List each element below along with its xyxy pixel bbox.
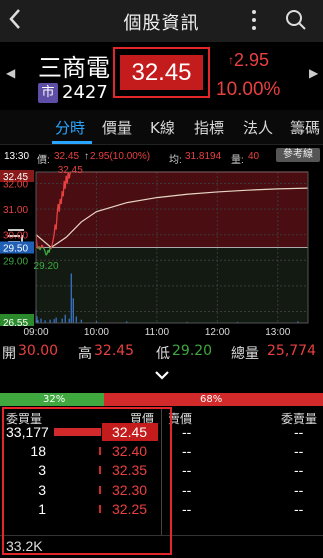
more-menu-icon[interactable] bbox=[250, 8, 258, 32]
x-tick-label: 10:00 bbox=[84, 327, 109, 338]
sell-ratio-text: 68% bbox=[200, 394, 223, 405]
high-value: 32.45 bbox=[94, 343, 135, 359]
buy-ratio-text: 32% bbox=[43, 394, 66, 405]
expand-chevron-icon[interactable] bbox=[154, 366, 170, 380]
info-avg: 31.8194 bbox=[185, 151, 222, 162]
ask-volume: -- bbox=[294, 462, 304, 479]
bid-highlight-box bbox=[2, 407, 172, 555]
total-volume-value: 25,774 bbox=[267, 343, 316, 359]
y-tick-label: 29.50 bbox=[3, 244, 28, 255]
tab-kline[interactable]: K線 bbox=[150, 117, 175, 138]
chart-tabs: 分時 價量 K線 指標 法人 籌碼 bbox=[0, 110, 323, 244]
low-annotation: 29.20 bbox=[34, 261, 59, 272]
high-annotation: 32.45 bbox=[58, 165, 83, 176]
next-stock-arrow-icon[interactable]: ▶ bbox=[309, 66, 318, 80]
price-line-segment bbox=[42, 247, 45, 250]
reference-line-button[interactable]: 參考線 bbox=[276, 148, 320, 162]
tab-chips[interactable]: 籌碼 bbox=[290, 117, 320, 138]
tab-time-share[interactable]: 分時 bbox=[55, 117, 85, 138]
x-tick-label: 13:00 bbox=[265, 327, 290, 338]
ask-price[interactable]: -- bbox=[182, 482, 191, 498]
ask-volume: -- bbox=[294, 443, 304, 460]
info-change: 2.95(10.00%) bbox=[90, 151, 151, 162]
chart-info-row: 13:30 價: 32.45 ↑ 2.95(10.00%) 均: 31.8194… bbox=[0, 150, 323, 166]
tab-price-volume[interactable]: 價量 bbox=[102, 117, 132, 138]
ask-price[interactable]: -- bbox=[182, 424, 191, 440]
tab-indicators[interactable]: 指標 bbox=[194, 117, 224, 138]
info-vol: 40 bbox=[248, 151, 260, 162]
ask-price[interactable]: -- bbox=[182, 443, 191, 459]
ask-price[interactable]: -- bbox=[182, 462, 191, 478]
ask-volume: -- bbox=[294, 481, 304, 498]
low-value: 29.20 bbox=[172, 343, 213, 359]
price-change-value: 2.95 bbox=[234, 50, 270, 70]
tab-institutional[interactable]: 法人 bbox=[243, 117, 273, 138]
open-value: 30.00 bbox=[18, 343, 59, 359]
ask-volume: -- bbox=[294, 500, 304, 517]
market-badge: 市 bbox=[38, 83, 58, 103]
ask-volume: -- bbox=[294, 424, 304, 440]
y-tick-label: 32.00 bbox=[3, 180, 28, 191]
ask-price[interactable]: -- bbox=[182, 501, 191, 517]
y-tick-label: 29.00 bbox=[3, 256, 28, 267]
x-tick-label: 12:00 bbox=[205, 327, 230, 338]
current-price: 32.45 bbox=[120, 55, 203, 90]
up-arrow-icon: ↑ bbox=[84, 151, 89, 162]
price-change-percent: 10.00% bbox=[216, 79, 281, 100]
y-tick-label: 31.00 bbox=[3, 205, 28, 216]
ohlc-summary: 開 30.00 高 32.45 低 29.20 總量 25,774 bbox=[0, 343, 323, 363]
high-label: 高 bbox=[78, 346, 92, 362]
stock-code: 2427 bbox=[62, 82, 108, 103]
previous-stock-arrow-icon[interactable]: ◀ bbox=[6, 66, 15, 80]
price-line-segment bbox=[45, 253, 48, 256]
total-volume-label: 總量 bbox=[231, 346, 259, 362]
low-label: 低 bbox=[156, 346, 170, 362]
x-tick-label: 11:00 bbox=[145, 327, 170, 338]
search-icon[interactable] bbox=[285, 9, 307, 31]
stock-name: 三商電 bbox=[38, 54, 110, 82]
price-change: ↑2.95 bbox=[228, 50, 269, 71]
info-time: 13:30 bbox=[4, 151, 30, 162]
active-tab-indicator bbox=[52, 141, 92, 144]
info-price: 32.45 bbox=[54, 151, 80, 162]
app-header: 個股資訊 bbox=[0, 0, 323, 42]
y-tick-label: 30.00 bbox=[3, 231, 28, 242]
open-label: 開 bbox=[2, 346, 16, 362]
page-title: 個股資訊 bbox=[123, 13, 200, 34]
intraday-chart: 32.4532.0031.0030.0029.5029.0026.5509:00… bbox=[0, 165, 309, 338]
x-tick-label: 09:00 bbox=[23, 327, 48, 338]
